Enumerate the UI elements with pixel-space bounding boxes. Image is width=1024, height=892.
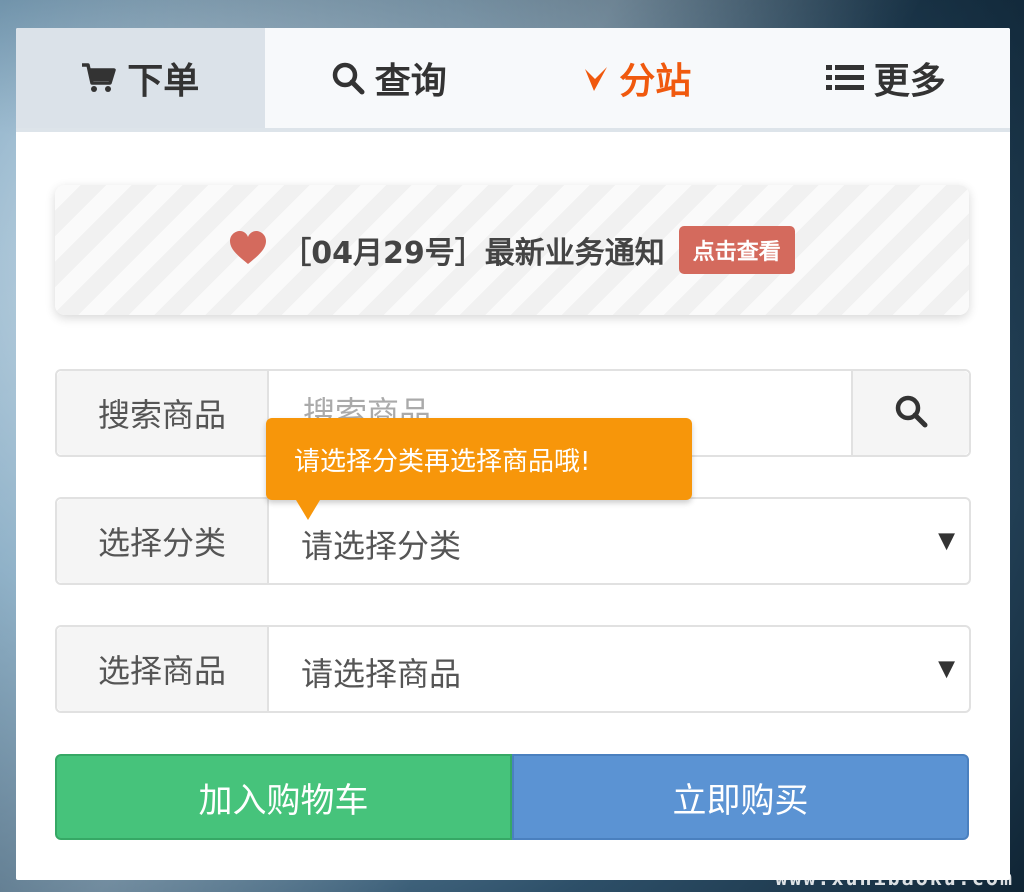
search-label: 搜索商品 [57, 371, 269, 455]
search-button[interactable] [851, 371, 969, 455]
cart-icon [81, 62, 117, 94]
heart-icon [229, 231, 267, 269]
product-select[interactable]: 请选择商品 ▼ [269, 627, 969, 711]
action-buttons: 加入购物车 立即购买 [55, 754, 969, 840]
caret-down-icon: ▼ [938, 656, 955, 682]
category-group: 选择分类 请选择分类 ▼ [55, 497, 971, 585]
add-to-cart-button[interactable]: 加入购物车 [55, 754, 512, 840]
view-notice-badge[interactable]: 点击查看 [678, 226, 795, 274]
product-selected-value: 请选择商品 [301, 655, 462, 693]
chevron-down-icon [583, 63, 609, 93]
tab-bar: 下单 查询 分站 更多 [16, 28, 1010, 132]
product-group: 选择商品 请选择商品 ▼ [55, 625, 971, 713]
search-icon [893, 393, 929, 433]
order-panel: 下单 查询 分站 更多 ［04月29号］最新业务通知 点击查看 搜索商品 搜索商… [16, 28, 1010, 880]
tab-query[interactable]: 查询 [265, 28, 514, 128]
tab-substation-label: 分站 [619, 61, 692, 102]
tab-more-label: 更多 [873, 61, 946, 102]
category-select[interactable]: 请选择分类 ▼ [269, 499, 969, 583]
tab-order[interactable]: 下单 [16, 28, 265, 128]
watermark-text: www.xunibaoku.com [775, 866, 1014, 890]
search-icon [331, 61, 365, 95]
tab-query-label: 查询 [374, 61, 447, 102]
product-label: 选择商品 [57, 627, 269, 711]
tab-more[interactable]: 更多 [762, 28, 1011, 128]
buy-now-button[interactable]: 立即购买 [512, 754, 969, 840]
notice-banner: ［04月29号］最新业务通知 点击查看 [55, 185, 969, 315]
category-label: 选择分类 [57, 499, 269, 583]
tab-order-label: 下单 [127, 61, 200, 102]
tab-substation[interactable]: 分站 [513, 28, 762, 128]
hint-tooltip: 请选择分类再选择商品哦! [266, 418, 692, 520]
category-selected-value: 请选择分类 [301, 527, 462, 565]
hint-tooltip-text: 请选择分类再选择商品哦! [294, 446, 591, 477]
caret-down-icon: ▼ [938, 528, 955, 554]
notice-text: ［04月29号］最新业务通知 [281, 236, 665, 271]
list-icon [825, 63, 864, 93]
